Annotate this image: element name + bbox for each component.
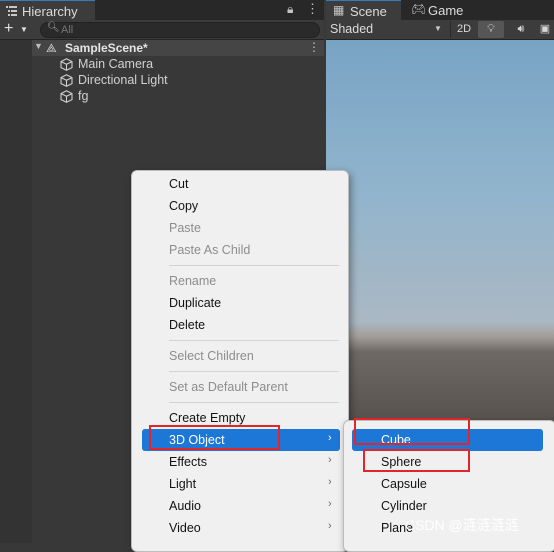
- kebab-icon[interactable]: ⋮: [306, 1, 319, 17]
- add-button[interactable]: + ▼: [4, 20, 32, 38]
- tab-hierarchy[interactable]: Hierarchy: [0, 0, 95, 20]
- menu-item-label: Paste As Child: [169, 243, 251, 257]
- menu-item-label: Select Children: [169, 349, 254, 363]
- submenu-item-capsule[interactable]: Capsule: [344, 473, 554, 495]
- cube-icon: [60, 90, 73, 103]
- menu-separator: [169, 340, 339, 341]
- submenu-item-cylinder[interactable]: Cylinder: [344, 495, 554, 517]
- menu-item-light[interactable]: Light ›: [132, 473, 348, 495]
- menu-item-paste: Paste: [132, 217, 348, 239]
- menu-item-label: Video: [169, 521, 201, 535]
- shading-mode-value: Shaded: [330, 22, 374, 36]
- lock-icon[interactable]: 🔒︎: [287, 2, 293, 17]
- chevron-right-icon: ›: [328, 454, 332, 466]
- menu-item-label: Light: [169, 477, 197, 491]
- menu-item-label: Set as Default Parent: [169, 380, 288, 394]
- menu-item-label: Create Empty: [169, 411, 246, 425]
- submenu-item-label: Capsule: [381, 477, 427, 491]
- annotation-box-cube: [354, 418, 470, 445]
- object-name: Directional Light: [78, 73, 168, 87]
- tree-item-fg[interactable]: fg: [60, 88, 324, 104]
- menu-item-set-default-parent: Set as Default Parent: [132, 376, 348, 398]
- hierarchy-gutter: [0, 40, 32, 543]
- menu-item-cut[interactable]: Cut: [132, 173, 348, 195]
- tree-item-main-camera[interactable]: Main Camera: [60, 56, 324, 72]
- unity-scene-icon: ⟁: [46, 41, 57, 55]
- scene-root-row[interactable]: ▼ ⟁ SampleScene* ⋮: [32, 40, 324, 56]
- hierarchy-tab-bar: Hierarchy 🔒︎ ⋮: [0, 0, 324, 20]
- cube-icon: [60, 74, 73, 87]
- chevron-right-icon: ›: [328, 476, 332, 488]
- cube-icon: [60, 58, 73, 71]
- menu-item-duplicate[interactable]: Duplicate: [132, 292, 348, 314]
- menu-item-paste-as-child: Paste As Child: [132, 239, 348, 261]
- menu-separator: [169, 371, 339, 372]
- audio-toggle-icon[interactable]: 🔊︎: [508, 21, 534, 38]
- tab-game-label: Game: [428, 3, 464, 18]
- tab-game[interactable]: 🎮︎ Game: [404, 0, 474, 20]
- menu-item-label: Audio: [169, 499, 201, 513]
- effects-toggle-icon[interactable]: ▣: [536, 21, 554, 38]
- menu-item-rename: Rename: [132, 270, 348, 292]
- menu-separator: [169, 265, 339, 266]
- hierarchy-toolbar: + ▼ 🔍︎: [0, 20, 324, 40]
- menu-separator: [169, 402, 339, 403]
- menu-item-delete[interactable]: Delete: [132, 314, 348, 336]
- menu-item-effects[interactable]: Effects ›: [132, 451, 348, 473]
- search-input[interactable]: [61, 23, 301, 37]
- watermark: CSDN @涟涟涟涟: [405, 517, 519, 533]
- tree-item-directional-light[interactable]: Directional Light: [60, 72, 324, 88]
- context-menu: Cut Copy Paste Paste As Child Rename Dup…: [131, 170, 349, 552]
- annotation-box-3d-object: [149, 425, 280, 450]
- annotation-box-sphere: [363, 449, 470, 472]
- grid-icon: ▦: [333, 3, 345, 17]
- lighting-toggle-icon[interactable]: 💡︎: [478, 21, 504, 38]
- chevron-down-icon: ▼: [20, 25, 28, 34]
- menu-item-label: Copy: [169, 199, 199, 213]
- submenu-item-label: Cylinder: [381, 499, 427, 513]
- menu-item-audio[interactable]: Audio ›: [132, 495, 348, 517]
- menu-item-label: Duplicate: [169, 296, 222, 310]
- chevron-down-icon: ▼: [434, 24, 442, 33]
- object-name: fg: [78, 89, 89, 103]
- scene-toolbar: Shaded ▼ 2D 💡︎ 🔊︎ ▣: [326, 20, 554, 40]
- menu-item-copy[interactable]: Copy: [132, 195, 348, 217]
- toggle-2d-button[interactable]: 2D: [450, 21, 477, 38]
- shading-mode-dropdown[interactable]: Shaded ▼: [330, 22, 448, 36]
- chevron-right-icon: ›: [328, 520, 332, 532]
- menu-item-label: Rename: [169, 274, 217, 288]
- kebab-icon[interactable]: ⋮: [308, 40, 320, 54]
- menu-item-select-children: Select Children: [132, 345, 348, 367]
- menu-item-label: Paste: [169, 221, 201, 235]
- gamepad-icon: 🎮︎: [411, 2, 427, 16]
- menu-item-video[interactable]: Video ›: [132, 517, 348, 539]
- list-icon: [6, 6, 17, 16]
- menu-item-label: Delete: [169, 318, 206, 332]
- tab-scene[interactable]: ▦ Scene: [326, 0, 401, 20]
- object-name: Main Camera: [78, 57, 154, 71]
- scene-name: SampleScene*: [65, 41, 148, 55]
- menu-item-label: Effects: [169, 455, 207, 469]
- chevron-right-icon: ›: [328, 432, 332, 444]
- hierarchy-tab-label: Hierarchy: [22, 4, 78, 19]
- search-field[interactable]: 🔍︎: [40, 22, 320, 38]
- plus-icon: +: [4, 20, 14, 37]
- search-icon: 🔍︎: [47, 22, 60, 33]
- chevron-right-icon: ›: [328, 498, 332, 510]
- fold-arrow-icon[interactable]: ▼: [34, 41, 43, 51]
- scene-tab-bar: ▦ Scene 🎮︎ Game: [326, 0, 554, 20]
- menu-item-label: Cut: [169, 177, 189, 191]
- tab-scene-label: Scene: [350, 4, 387, 19]
